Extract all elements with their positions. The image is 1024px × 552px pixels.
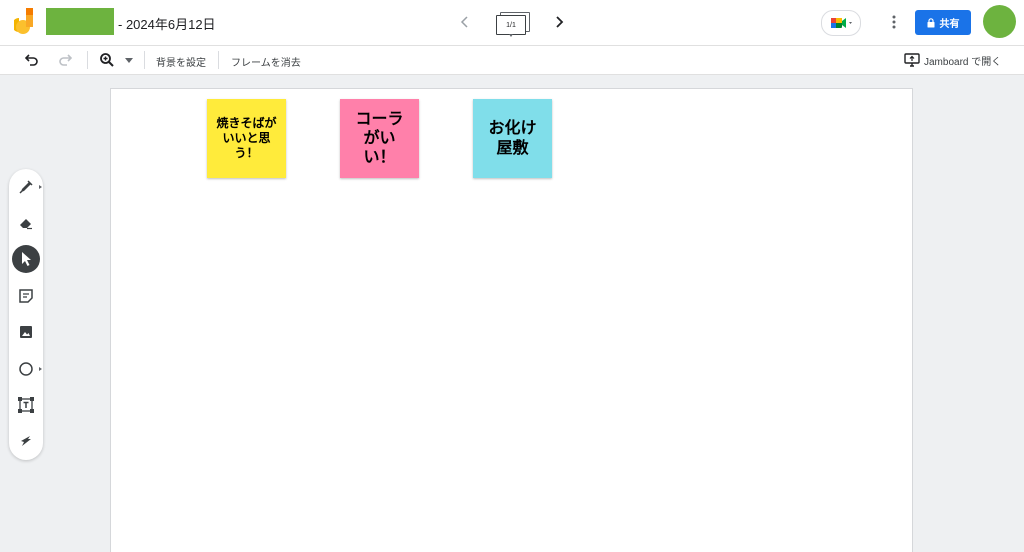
text-box-tool-button[interactable] — [12, 391, 40, 419]
image-tool-button[interactable] — [12, 318, 40, 346]
open-in-jamboard-button[interactable]: Jamboard で開く — [904, 51, 1001, 69]
more-vert-icon — [892, 15, 896, 29]
lock-icon — [927, 17, 934, 27]
set-background-button[interactable]: 背景を設定 — [156, 54, 206, 69]
pen-icon — [19, 180, 33, 194]
sticky-note[interactable]: お化け 屋敷 — [473, 99, 552, 178]
select-tool-button[interactable] — [12, 245, 40, 273]
document-title[interactable]: - 2024年6月12日 — [118, 14, 216, 33]
chevron-down-icon — [125, 57, 133, 63]
share-label: 共有 — [939, 19, 960, 30]
image-icon — [20, 326, 32, 338]
undo-button[interactable] — [23, 51, 41, 69]
sticky-note[interactable]: コーラ がい い！ — [340, 99, 419, 178]
zoom-icon — [100, 53, 114, 67]
open-in-jamboard-icon — [904, 53, 920, 67]
toolbar: 背景を設定 フレームを消去 Jamboard で開く — [0, 46, 1024, 75]
top-bar: - 2024年6月12日 1/1 共有 — [0, 0, 1024, 46]
file-name-block[interactable] — [46, 8, 114, 35]
meet-button[interactable] — [821, 10, 861, 36]
undo-icon — [25, 54, 38, 66]
cursor-icon — [22, 252, 31, 266]
whiteboard-canvas[interactable]: 焼きそばが いいと思 う！ コーラ がい い！ お化け 屋敷 — [110, 88, 913, 552]
chevron-right-icon — [556, 16, 564, 28]
sticky-note-tool-button[interactable] — [12, 282, 40, 310]
drawing-tools-panel — [9, 169, 43, 460]
frame-counter-button[interactable]: 1/1 — [494, 10, 530, 37]
zoom-button[interactable] — [98, 51, 116, 69]
eraser-icon — [20, 219, 32, 230]
chevron-left-icon — [460, 16, 468, 28]
more-options-button[interactable] — [884, 12, 904, 32]
jamboard-logo[interactable] — [12, 8, 38, 36]
redo-icon — [59, 54, 72, 66]
laser-icon — [21, 436, 31, 446]
laser-tool-button[interactable] — [12, 427, 40, 455]
zoom-dropdown[interactable] — [120, 51, 138, 69]
frame-counter-label: 1/1 — [506, 21, 516, 29]
eraser-tool-button[interactable] — [12, 209, 40, 237]
clear-frame-button[interactable]: フレームを消去 — [231, 54, 301, 69]
circle-icon — [19, 362, 33, 376]
text-box-icon — [18, 397, 34, 413]
sticky-note[interactable]: 焼きそばが いいと思 う！ — [207, 99, 286, 178]
google-meet-icon — [831, 18, 852, 28]
next-frame-button[interactable] — [549, 11, 569, 33]
redo-button[interactable] — [56, 51, 74, 69]
avatar[interactable] — [983, 5, 1016, 38]
share-button[interactable]: 共有 — [915, 10, 971, 35]
sticky-note-icon — [19, 289, 33, 303]
shape-tool-button[interactable] — [12, 355, 42, 383]
previous-frame-button[interactable] — [455, 11, 475, 33]
pen-tool-button[interactable] — [12, 173, 42, 201]
open-in-jamboard-label: Jamboard で開く — [924, 56, 1002, 68]
